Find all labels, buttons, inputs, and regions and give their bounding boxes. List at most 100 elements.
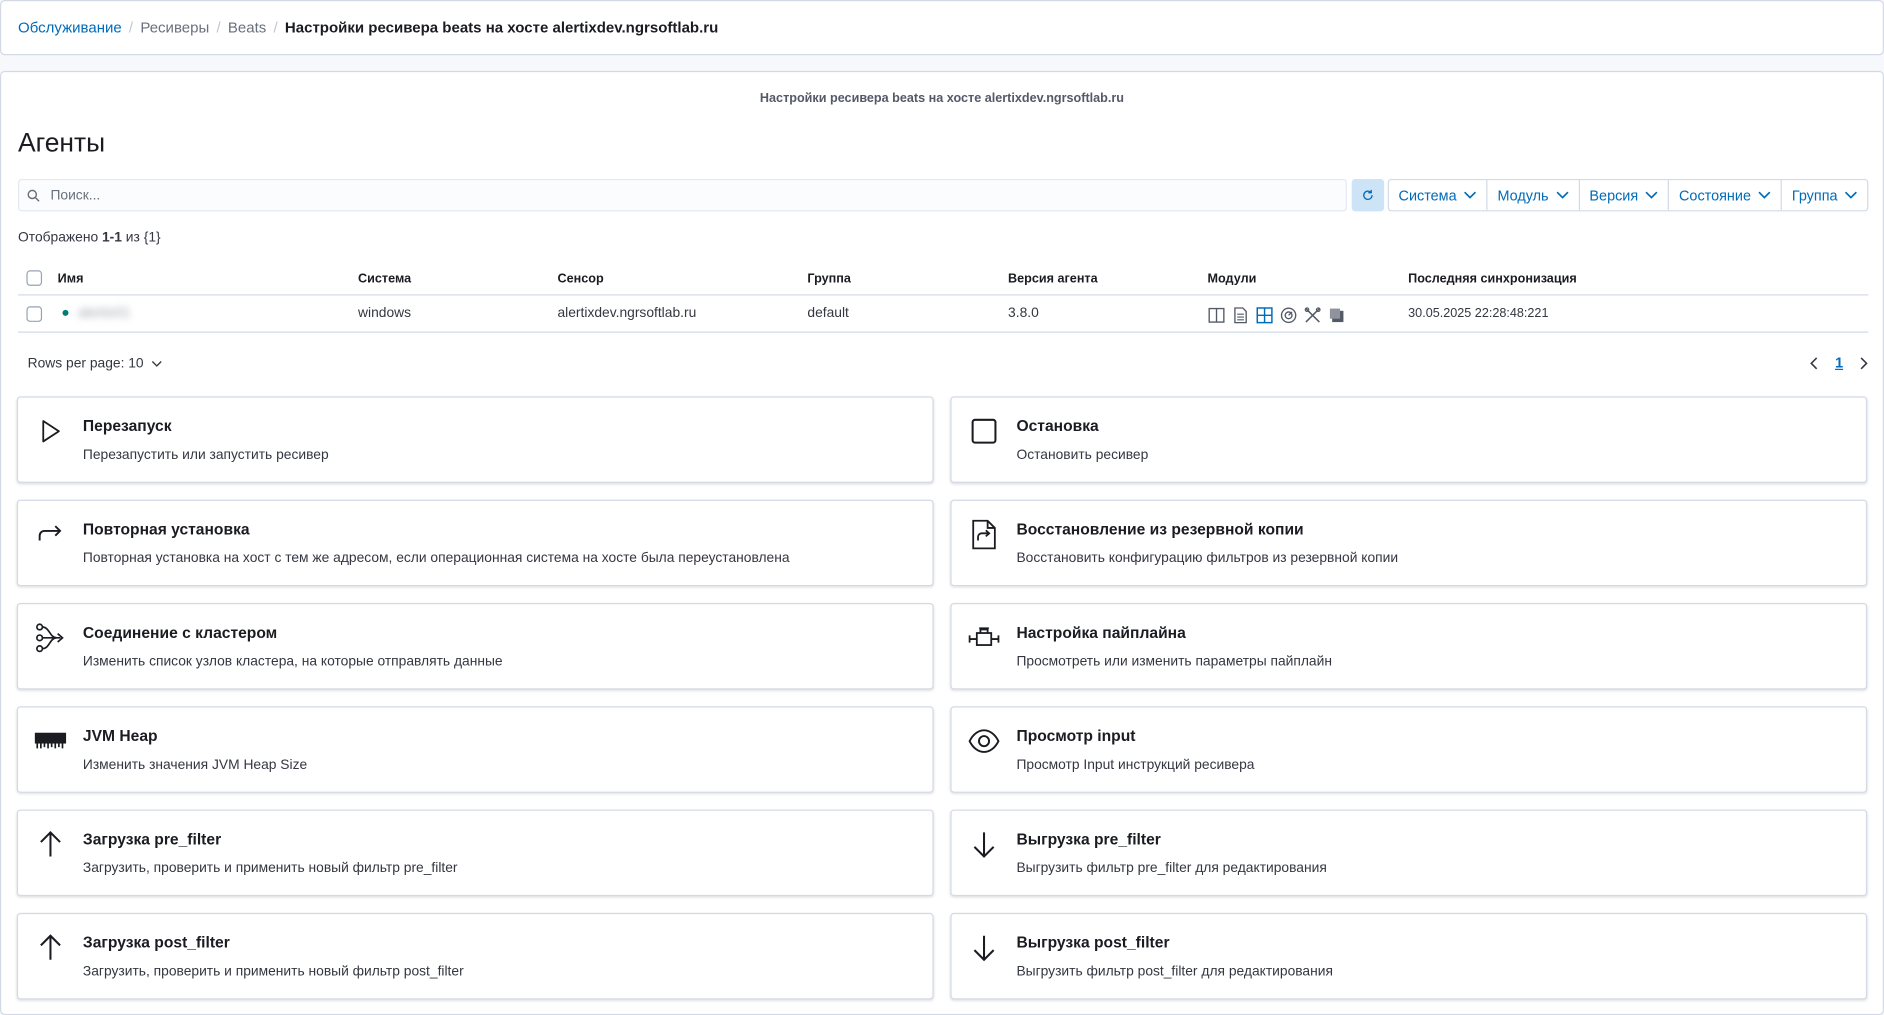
table-row[interactable]: alertix01 windows alertixdev.ngrsoftlab.… bbox=[18, 295, 1869, 333]
restore-icon bbox=[972, 519, 996, 550]
rows-per-page-select[interactable]: Rows per page: 10 bbox=[28, 357, 162, 371]
results-count: Отображено 1-1 из {1} bbox=[18, 231, 161, 245]
action-title: Выгрузка pre_filter bbox=[1016, 830, 1161, 849]
action-card-download-pre-filter[interactable]: Выгрузка pre_filter Выгрузить фильтр pre… bbox=[950, 809, 1868, 897]
chevron-left-icon[interactable] bbox=[1810, 356, 1818, 369]
agent-name-cell[interactable]: alertix01 bbox=[62, 306, 130, 321]
action-card-jvm-heap[interactable]: JVM Heap Изменить значения JVM Heap Size bbox=[16, 706, 934, 793]
action-card-download-post-filter[interactable]: Выгрузка post_filter Выгрузить фильтр po… bbox=[950, 912, 1868, 1000]
action-description: Выгрузить фильтр post_filter для редакти… bbox=[1016, 964, 1333, 979]
breadcrumb-separator: / bbox=[273, 19, 278, 37]
filter-label: Версия bbox=[1589, 186, 1639, 204]
pipeline-icon bbox=[968, 627, 1000, 646]
breadcrumb-receivers[interactable]: Ресиверы bbox=[140, 19, 209, 36]
action-title: Загрузка post_filter bbox=[82, 933, 230, 952]
play-icon bbox=[42, 420, 60, 443]
memory-icon bbox=[34, 732, 67, 749]
column-header-name[interactable]: Имя bbox=[58, 271, 84, 285]
action-title: Настройка пайплайна bbox=[1016, 623, 1186, 642]
pagination: 1 bbox=[1810, 354, 1868, 371]
column-header-last-sync[interactable]: Последняя синхронизация bbox=[1408, 271, 1577, 285]
filter-group-select[interactable]: Группа bbox=[1782, 180, 1867, 210]
search-icon bbox=[27, 189, 40, 202]
agents-table: Имя Система Сенсор Группа Версия агента … bbox=[18, 262, 1869, 333]
document-icon[interactable] bbox=[1232, 306, 1250, 324]
filter-system[interactable]: Система bbox=[1389, 180, 1488, 211]
search-input[interactable] bbox=[48, 186, 1310, 204]
main-panel: Настройки ресивера beats на хосте alerti… bbox=[0, 70, 1884, 1015]
agent-version: 3.8.0 bbox=[1008, 306, 1039, 321]
action-card-restart[interactable]: Перезапуск Перезапустить или запустить р… bbox=[16, 396, 934, 483]
page-number[interactable]: 1 bbox=[1835, 354, 1843, 371]
results-range: 1-1 bbox=[101, 230, 122, 246]
action-description: Остановить ресивер bbox=[1016, 448, 1149, 463]
breadcrumb-current: Настройки ресивера beats на хосте alerti… bbox=[284, 19, 719, 37]
chevron-down-icon bbox=[1758, 191, 1771, 199]
action-card-restore-backup[interactable]: Восстановление из резервной копии Восста… bbox=[950, 499, 1868, 587]
results-prefix: Отображено bbox=[18, 230, 102, 246]
action-card-upload-pre-filter[interactable]: Загрузка pre_filter Загрузить, проверить… bbox=[16, 809, 934, 897]
row-checkbox[interactable] bbox=[26, 306, 43, 322]
action-description: Изменить список узлов кластера, на котор… bbox=[82, 654, 503, 670]
download-icon bbox=[973, 832, 995, 858]
action-card-view-input[interactable]: Просмотр input Просмотр Input инструкций… bbox=[950, 706, 1868, 793]
filter-group: Система Модуль Версия Состояние Группа bbox=[1387, 178, 1869, 212]
gauge-icon[interactable] bbox=[1280, 306, 1298, 324]
stop-icon bbox=[971, 418, 997, 444]
columns-icon[interactable] bbox=[1208, 306, 1226, 324]
search-field[interactable] bbox=[18, 178, 1347, 212]
action-description: Выгрузить фильтр pre_filter для редактир… bbox=[1016, 861, 1327, 876]
page-title: Агенты bbox=[18, 127, 106, 158]
action-description: Перезапустить или запустить ресивер bbox=[82, 448, 329, 463]
chevron-down-icon bbox=[151, 361, 162, 367]
agent-system: windows bbox=[358, 306, 412, 321]
chevron-right-icon[interactable] bbox=[1860, 356, 1868, 369]
action-description: Изменить значения JVM Heap Size bbox=[82, 757, 308, 773]
action-title: Остановка bbox=[1016, 416, 1099, 435]
action-card-stop[interactable]: Остановка Остановить ресивер bbox=[950, 396, 1868, 483]
filter-label: Система bbox=[1398, 186, 1457, 204]
download-icon bbox=[973, 935, 995, 962]
chevron-down-icon bbox=[1845, 191, 1858, 199]
copy-icon[interactable] bbox=[1328, 306, 1346, 324]
action-description: Просмотреть или изменить параметры пайпл… bbox=[1016, 654, 1332, 670]
cluster-icon bbox=[36, 623, 64, 653]
action-description: Загрузить, проверить и применить новый ф… bbox=[82, 861, 458, 876]
grid-icon[interactable] bbox=[1256, 306, 1274, 324]
select-all-checkbox[interactable] bbox=[26, 270, 43, 286]
action-title: Соединение с кластером bbox=[82, 623, 278, 642]
action-card-pipeline-settings[interactable]: Настройка пайплайна Просмотреть или изме… bbox=[950, 603, 1868, 690]
column-header-version[interactable]: Версия агента bbox=[1008, 271, 1098, 285]
agent-name[interactable]: alertix01 bbox=[78, 306, 130, 320]
table-header-row: Имя Система Сенсор Группа Версия агента … bbox=[18, 262, 1869, 296]
action-description: Просмотр Input инструкций ресивера bbox=[1016, 757, 1255, 773]
action-title: Повторная установка bbox=[82, 520, 250, 539]
action-card-reinstall[interactable]: Повторная установка Повторная установка … bbox=[16, 499, 934, 587]
status-online-dot bbox=[62, 310, 69, 317]
refresh-button[interactable] bbox=[1351, 178, 1385, 212]
action-title: Перезапуск bbox=[82, 416, 172, 435]
app-root: Обслуживание / Ресиверы / Beats / Настро… bbox=[0, 0, 1884, 1015]
filter-module[interactable]: Модуль bbox=[1488, 180, 1580, 211]
column-header-system[interactable]: Система bbox=[358, 271, 411, 285]
column-header-group[interactable]: Группа bbox=[807, 271, 850, 285]
agent-last-sync-link[interactable]: 30.05.2025 22:28:48:221 bbox=[1408, 306, 1548, 320]
breadcrumb-beats[interactable]: Beats bbox=[228, 19, 266, 36]
column-header-sensor[interactable]: Сенсор bbox=[557, 271, 603, 285]
column-header-modules[interactable]: Модули bbox=[1208, 271, 1257, 285]
filter-state[interactable]: Состояние bbox=[1669, 180, 1783, 211]
upload-icon bbox=[40, 830, 61, 857]
action-card-cluster-connection[interactable]: Соединение с кластером Изменить список у… bbox=[16, 603, 934, 690]
rows-per-page-label: Rows per page: 10 bbox=[27, 356, 144, 372]
filter-label: Группа bbox=[1791, 186, 1838, 204]
filter-version[interactable]: Версия bbox=[1580, 180, 1670, 211]
action-description: Повторная установка на хост с тем же адр… bbox=[82, 551, 790, 566]
action-title: Загрузка pre_filter bbox=[82, 830, 222, 849]
action-title: Восстановление из резервной копии bbox=[1016, 520, 1304, 539]
eye-icon bbox=[968, 729, 1000, 753]
breadcrumb: Обслуживание / Ресиверы / Beats / Настро… bbox=[0, 0, 1884, 56]
breadcrumb-maintenance[interactable]: Обслуживание bbox=[18, 19, 122, 36]
tools-icon[interactable] bbox=[1304, 306, 1322, 324]
action-card-upload-post-filter[interactable]: Загрузка post_filter Загрузить, проверит… bbox=[16, 912, 934, 1000]
agent-sensor: alertixdev.ngrsoftlab.ru bbox=[557, 306, 697, 321]
